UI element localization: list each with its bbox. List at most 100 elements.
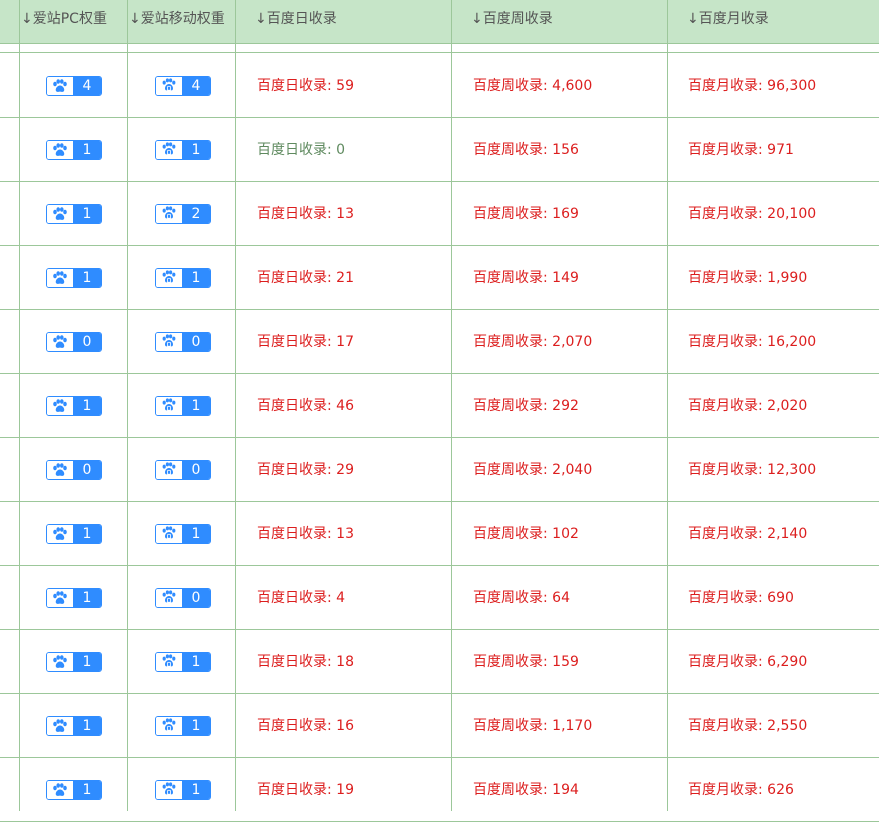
baidu-monthly-index-value[interactable]: 百度月收录: 12,300 [688,438,816,502]
aizhan-pc-weight-badge[interactable]: 1 [46,716,102,736]
baidu-weekly-index-value[interactable]: 百度周收录: 159 [473,630,579,694]
aizhan-pc-weight-badge[interactable]: 1 [46,652,102,672]
baidu-monthly-index-value[interactable]: 百度月收录: 2,140 [688,502,807,566]
mobile-paw-icon [156,205,182,223]
pc-weight-value: 1 [73,589,101,607]
aizhan-pc-weight-badge[interactable]: 1 [46,588,102,608]
paw-icon [47,717,73,735]
paw-icon [47,525,73,543]
mobile-paw-icon [156,141,182,159]
table-row: 1 1 百度日收录: 0 百度周收录: 156 百度月收录: 971 [0,118,879,182]
mobile-paw-icon [156,77,182,95]
aizhan-mobile-weight-badge[interactable]: 0 [155,332,211,352]
baidu-monthly-index-value[interactable]: 百度月收录: 690 [688,566,794,630]
paw-icon [47,589,73,607]
baidu-daily-index-value[interactable]: 百度日收录: 13 [257,502,354,566]
baidu-daily-index-value[interactable]: 百度日收录: 0 [257,118,345,182]
aizhan-pc-weight-badge[interactable]: 0 [46,460,102,480]
paw-icon [47,269,73,287]
baidu-daily-index-value[interactable]: 百度日收录: 4 [257,566,345,630]
mobile-weight-value: 1 [182,397,210,415]
baidu-monthly-index-value[interactable]: 百度月收录: 6,290 [688,630,807,694]
aizhan-pc-weight-badge[interactable]: 0 [46,332,102,352]
baidu-weekly-index-value[interactable]: 百度周收录: 149 [473,246,579,310]
aizhan-pc-weight-badge[interactable]: 1 [46,204,102,224]
pc-weight-value: 0 [73,333,101,351]
baidu-monthly-index-value[interactable]: 百度月收录: 16,200 [688,310,816,374]
baidu-monthly-index-value[interactable]: 百度月收录: 1,990 [688,246,807,310]
aizhan-pc-weight-badge[interactable]: 1 [46,780,102,800]
mobile-weight-value: 1 [182,269,210,287]
baidu-daily-index-value[interactable]: 百度日收录: 29 [257,438,354,502]
baidu-weekly-index-value[interactable]: 百度周收录: 194 [473,758,579,822]
aizhan-mobile-weight-badge[interactable]: 1 [155,780,211,800]
table-row: 1 1 百度日收录: 19 百度周收录: 194 百度月收录: 626 [0,758,879,822]
mobile-paw-icon [156,269,182,287]
baidu-daily-index-value[interactable]: 百度日收录: 13 [257,182,354,246]
aizhan-mobile-weight-badge[interactable]: 1 [155,268,211,288]
header-aizhan-mobile-weight[interactable]: ↓爱站移动权重 [127,0,235,44]
baidu-weekly-index-value[interactable]: 百度周收录: 2,070 [473,310,592,374]
mobile-weight-value: 1 [182,525,210,543]
baidu-daily-index-value[interactable]: 百度日收录: 16 [257,694,354,758]
baidu-daily-index-value[interactable]: 百度日收录: 19 [257,758,354,822]
header-baidu-daily-index[interactable]: ↓百度日收录 [245,0,451,44]
aizhan-pc-weight-badge[interactable]: 1 [46,268,102,288]
aizhan-mobile-weight-badge[interactable]: 0 [155,460,211,480]
aizhan-pc-weight-badge[interactable]: 4 [46,76,102,96]
baidu-monthly-index-value[interactable]: 百度月收录: 971 [688,118,794,182]
baidu-daily-index-value[interactable]: 百度日收录: 59 [257,54,354,118]
aizhan-pc-weight-badge[interactable]: 1 [46,140,102,160]
baidu-weekly-index-value[interactable]: 百度周收录: 292 [473,374,579,438]
baidu-monthly-index-value[interactable]: 百度月收录: 2,020 [688,374,807,438]
mobile-paw-icon [156,333,182,351]
baidu-weekly-index-value[interactable]: 百度周收录: 169 [473,182,579,246]
aizhan-mobile-weight-badge[interactable]: 0 [155,588,211,608]
baidu-weekly-index-value[interactable]: 百度周收录: 156 [473,118,579,182]
table-row: 4 4 百度日收录: 59 百度周收录: 4,600 百度月收录: 96,300 [0,54,879,118]
pc-weight-value: 1 [73,205,101,223]
baidu-daily-index-value[interactable]: 百度日收录: 17 [257,310,354,374]
aizhan-pc-weight-badge[interactable]: 1 [46,396,102,416]
table-row: 1 1 百度日收录: 21 百度周收录: 149 百度月收录: 1,990 [0,246,879,310]
pc-weight-value: 1 [73,525,101,543]
pc-weight-value: 1 [73,141,101,159]
table-row: 1 1 百度日收录: 13 百度周收录: 102 百度月收录: 2,140 [0,502,879,566]
mobile-weight-value: 0 [182,461,210,479]
mobile-paw-icon [156,589,182,607]
baidu-daily-index-value[interactable]: 百度日收录: 18 [257,630,354,694]
aizhan-pc-weight-badge[interactable]: 1 [46,524,102,544]
mobile-paw-icon [156,717,182,735]
baidu-weekly-index-value[interactable]: 百度周收录: 2,040 [473,438,592,502]
baidu-monthly-index-value[interactable]: 百度月收录: 2,550 [688,694,807,758]
baidu-weekly-index-value[interactable]: 百度周收录: 64 [473,566,570,630]
baidu-monthly-index-value[interactable]: 百度月收录: 20,100 [688,182,816,246]
baidu-daily-index-value[interactable]: 百度日收录: 46 [257,374,354,438]
baidu-weekly-index-value[interactable]: 百度周收录: 1,170 [473,694,592,758]
aizhan-mobile-weight-badge[interactable]: 2 [155,204,211,224]
pc-weight-value: 1 [73,781,101,799]
baidu-daily-index-value[interactable]: 百度日收录: 21 [257,246,354,310]
aizhan-mobile-weight-badge[interactable]: 4 [155,76,211,96]
aizhan-mobile-weight-badge[interactable]: 1 [155,140,211,160]
pc-weight-value: 1 [73,397,101,415]
baidu-weekly-index-value[interactable]: 百度周收录: 4,600 [473,54,592,118]
aizhan-mobile-weight-badge[interactable]: 1 [155,396,211,416]
baidu-monthly-index-value[interactable]: 百度月收录: 96,300 [688,54,816,118]
header-baidu-monthly-index[interactable]: ↓百度月收录 [677,0,879,44]
mobile-weight-value: 0 [182,333,210,351]
mobile-weight-value: 1 [182,781,210,799]
mobile-weight-value: 1 [182,141,210,159]
header-baidu-weekly-index[interactable]: ↓百度周收录 [461,0,667,44]
table-row: 1 1 百度日收录: 18 百度周收录: 159 百度月收录: 6,290 [0,630,879,694]
aizhan-mobile-weight-badge[interactable]: 1 [155,716,211,736]
aizhan-mobile-weight-badge[interactable]: 1 [155,524,211,544]
header-spacer [0,44,879,53]
aizhan-mobile-weight-badge[interactable]: 1 [155,652,211,672]
baidu-weekly-index-value[interactable]: 百度周收录: 102 [473,502,579,566]
table-row: 0 0 百度日收录: 17 百度周收录: 2,070 百度月收录: 16,200 [0,310,879,374]
mobile-paw-icon [156,461,182,479]
header-aizhan-pc-weight[interactable]: ↓爱站PC权重 [19,0,127,44]
baidu-monthly-index-value[interactable]: 百度月收录: 626 [688,758,794,822]
column-divider [235,0,236,811]
